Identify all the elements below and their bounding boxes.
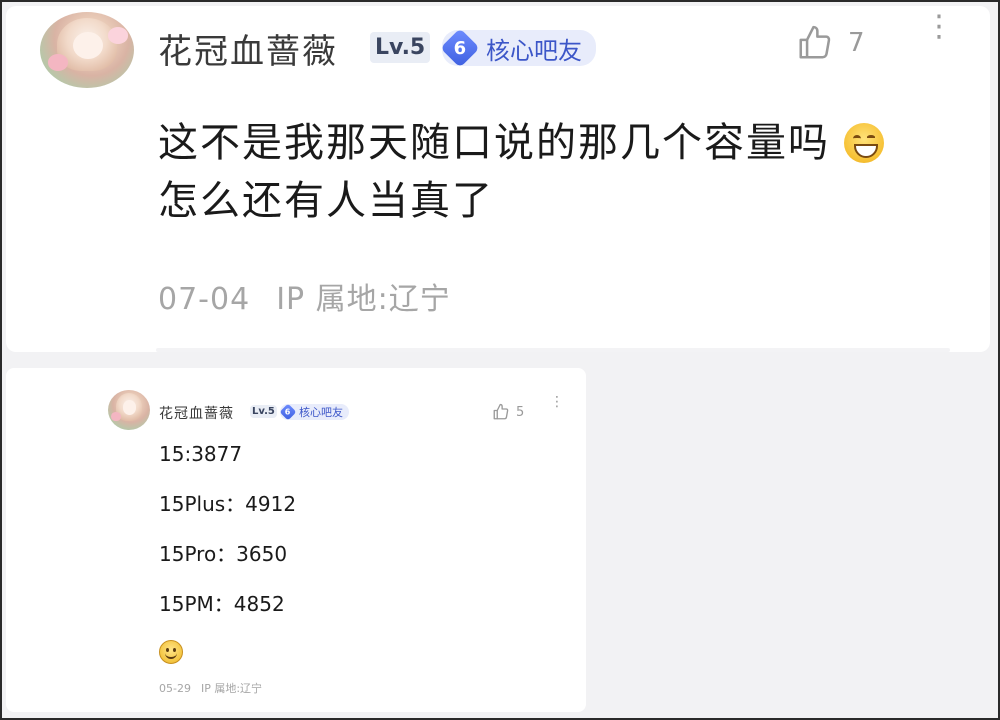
diamond-icon: 6 xyxy=(279,403,297,421)
comment-line: 这不是我那天随口说的那几个容量吗 xyxy=(158,120,830,166)
thumbs-up-icon xyxy=(799,25,831,59)
username[interactable]: 花冠血蔷薇 xyxy=(158,24,338,73)
ip-location: IP 属地:辽宁 xyxy=(276,282,451,317)
comment-meta: 07-04 IP 属地:辽宁 xyxy=(158,274,451,318)
divider xyxy=(156,348,950,352)
post-date: 07-04 xyxy=(158,282,251,317)
comment-text: 这不是我那天随口说的那几个容量吗 怎么还有人当真了 xyxy=(158,114,958,230)
level-badge: Lv.5 xyxy=(250,405,277,418)
post-date: 05-29 xyxy=(159,682,191,695)
comment-meta: 05-29 IP 属地:辽宁 xyxy=(159,680,262,696)
like-button[interactable]: 7 xyxy=(796,24,865,62)
comment-line: 怎么还有人当真了 xyxy=(158,178,494,224)
more-options-icon[interactable]: ⋮ xyxy=(550,395,564,409)
fan-badge-label: 核心吧友 xyxy=(486,36,582,65)
comment-line: 15PM：4852 xyxy=(159,592,285,616)
fan-badge[interactable]: 6 核心吧友 xyxy=(279,403,349,421)
comment-line: 15:3877 xyxy=(159,442,243,466)
laughing-face-emoji xyxy=(844,123,884,163)
smiling-face-emoji xyxy=(159,640,183,664)
ip-location: IP 属地:辽宁 xyxy=(200,682,263,695)
like-count: 7 xyxy=(848,28,865,58)
more-options-icon[interactable]: ⋮ xyxy=(924,12,954,42)
like-button[interactable]: 5 xyxy=(492,403,524,421)
fan-badge-label: 核心吧友 xyxy=(299,406,343,419)
username[interactable]: 花冠血蔷薇 xyxy=(159,403,234,423)
thumbs-up-icon xyxy=(493,403,509,420)
level-badge: Lv.5 xyxy=(370,32,431,63)
comment-text: 15:3877 15Plus：4912 15Pro：3650 15PM：4852 xyxy=(159,440,296,690)
like-count: 5 xyxy=(516,404,525,420)
avatar[interactable] xyxy=(108,390,150,430)
avatar[interactable] xyxy=(40,12,134,88)
comment-line: 15Pro：3650 xyxy=(159,542,288,566)
comment-line: 15Plus：4912 xyxy=(159,492,297,516)
fan-badge[interactable]: 6 核心吧友 xyxy=(440,28,596,68)
